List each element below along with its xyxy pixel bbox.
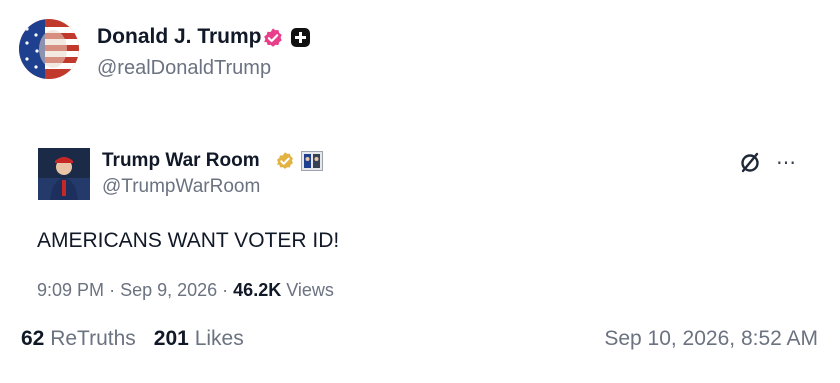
author-name[interactable]: Donald J. Trump — [97, 25, 262, 49]
verified-badge-icon — [264, 28, 282, 47]
quote-author-handle[interactable]: @TrumpWarRoom — [102, 176, 260, 198]
post-date[interactable]: Sep 10, 2026, 8:52 AM — [604, 327, 818, 351]
avatar-portrait-image — [38, 148, 90, 200]
post-stats: 62 ReTruths 201 Likes — [21, 327, 244, 351]
meta-separator: · — [109, 280, 121, 300]
more-options-icon[interactable]: ⋯ — [776, 150, 797, 175]
likes-label: Likes — [194, 327, 244, 350]
quote-author-avatar[interactable] — [38, 148, 90, 200]
quote-text: AMERICANS WANT VOTER ID! — [37, 229, 340, 252]
retruths-stat[interactable]: 62 ReTruths — [21, 327, 136, 350]
quote-author-name[interactable]: Trump War Room — [102, 150, 260, 172]
plus-badge-icon — [291, 28, 310, 47]
views-label: Views — [286, 280, 334, 300]
quote-metadata: 9:09 PM · Sep 9, 2026 · 46.2K Views — [37, 280, 334, 301]
likes-stat[interactable]: 201 Likes — [154, 327, 244, 350]
author-avatar[interactable] — [19, 19, 79, 79]
author-handle[interactable]: @realDonaldTrump — [97, 57, 271, 80]
no-share-icon[interactable] — [739, 151, 761, 173]
retruths-count: 62 — [21, 327, 45, 350]
affiliate-badge-icon — [301, 151, 323, 171]
meta-separator: · — [222, 280, 234, 300]
quote-date[interactable]: Sep 9, 2026 — [120, 280, 217, 300]
views-count: 46.2K — [233, 280, 282, 300]
avatar-flag-portrait-image — [19, 19, 79, 79]
gold-verified-icon — [277, 152, 293, 169]
likes-count: 201 — [153, 327, 189, 350]
retruths-label: ReTruths — [50, 327, 136, 350]
quote-time[interactable]: 9:09 PM — [37, 280, 104, 300]
